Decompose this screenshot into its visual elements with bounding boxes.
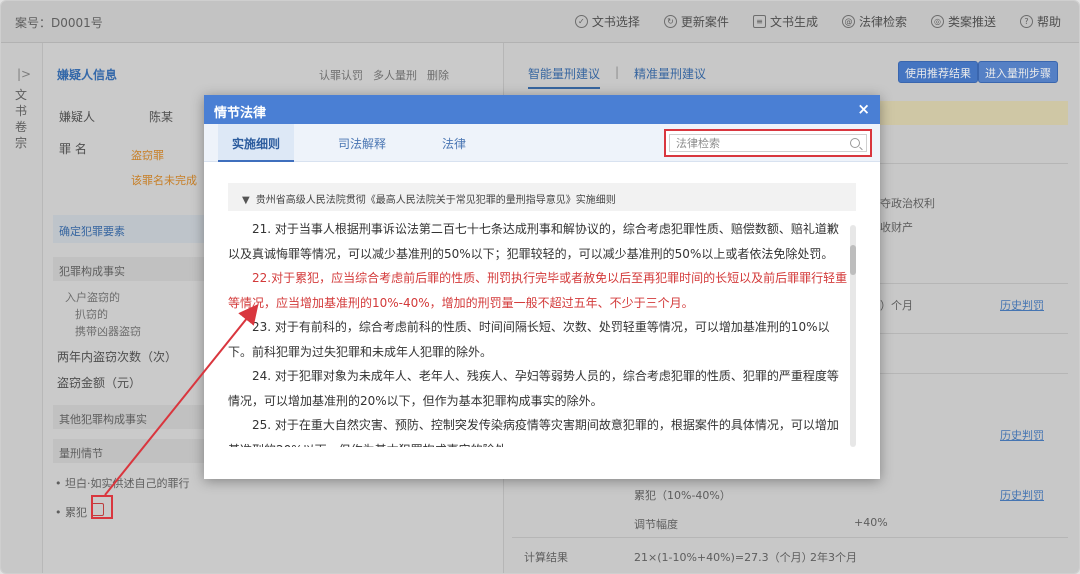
- dialog-title-bar: 情节法律 ×: [204, 95, 880, 124]
- law-search-highlight: [664, 129, 872, 157]
- document-scrollbar[interactable]: [850, 225, 856, 447]
- app-window: 案号：D0001号 ✓ 文书选择 ↻ 更新案件 ≡ 文书生成 @ 法律检索 ◎ 类案推送 …: [0, 0, 1080, 574]
- document-body: 21. 对于当事人根据刑事诉讼法第二百七十七条达成刑事和解协议的，综合考虑犯罪性…: [228, 217, 848, 447]
- law-search-input[interactable]: [676, 136, 846, 150]
- document-title: 贵州省高级人民法院贯彻《最高人民法院关于常见犯罪的量刑指导意见》实施细则: [255, 195, 616, 206]
- law-search-box: [669, 134, 867, 152]
- caret-down-icon: ▼: [242, 195, 250, 206]
- scroll-thumb[interactable]: [850, 245, 856, 275]
- law-paragraph: 24. 对于犯罪对象为未成年人、老年人、残疾人、孕妇等弱势人员的，综合考虑犯罪的…: [228, 369, 839, 408]
- search-icon[interactable]: [850, 138, 860, 148]
- document-header[interactable]: ▼ 贵州省高级人民法院贯彻《最高人民法院关于常见犯罪的量刑指导意见》实施细则: [228, 183, 856, 211]
- tab-law[interactable]: 法律: [428, 124, 480, 162]
- dialog-title: 情节法律: [214, 106, 267, 121]
- tab-judicial-interpretation[interactable]: 司法解释: [324, 124, 400, 162]
- annotation-box: [91, 495, 113, 519]
- law-paragraph-highlighted: 22.对于累犯，应当综合考虑前后罪的性质、刑罚执行完毕或者赦免以后至再犯罪时间的…: [228, 271, 848, 310]
- circumstance-law-dialog: 情节法律 × 实施细则 司法解释 法律 ▼ 贵州省高级人民法院贯彻《最高人民法院关…: [204, 95, 880, 479]
- dialog-tabs: 实施细则 司法解释 法律: [204, 124, 880, 162]
- law-paragraph: 25. 对于在重大自然灾害、预防、控制突发传染病疫情等灾害期间故意犯罪的，根据案…: [228, 418, 839, 447]
- close-icon[interactable]: ×: [857, 100, 870, 118]
- law-paragraph: 21. 对于当事人根据刑事诉讼法第二百七十七条达成刑事和解协议的，综合考虑犯罪性…: [228, 222, 839, 261]
- law-paragraph: 23. 对于有前科的，综合考虑前科的性质、时间间隔长短、次数、处罚轻重等情况，可…: [228, 320, 830, 359]
- tab-implementation-rules[interactable]: 实施细则: [218, 124, 295, 162]
